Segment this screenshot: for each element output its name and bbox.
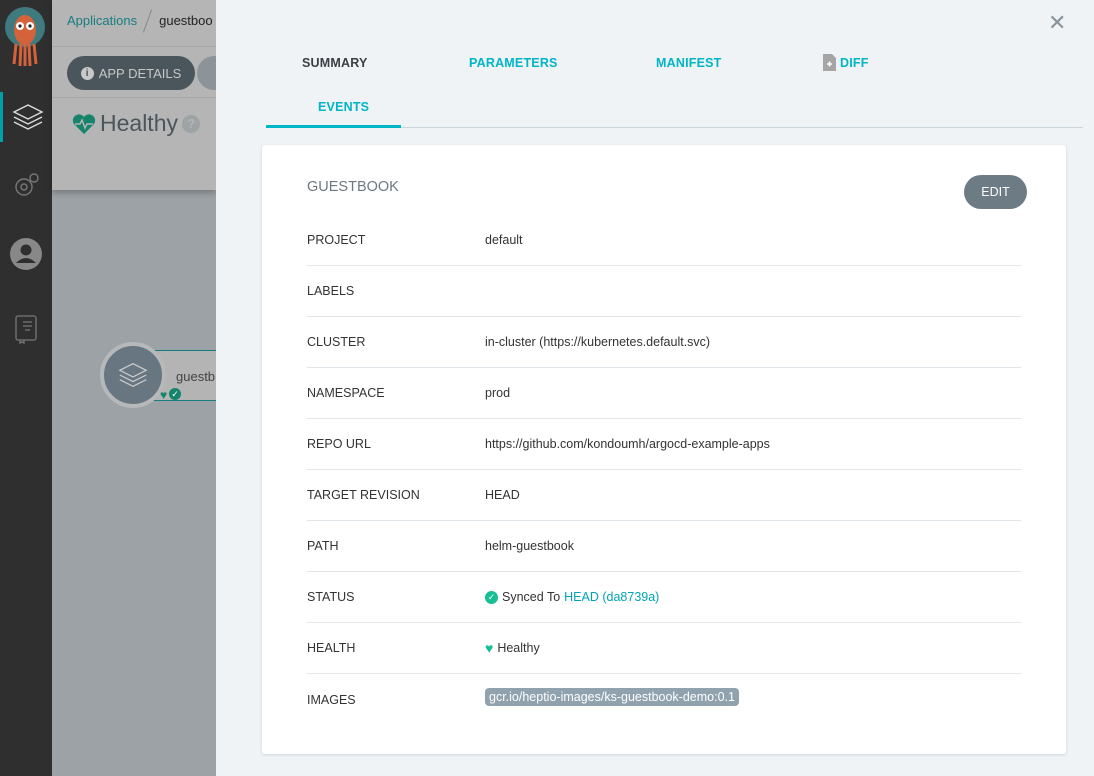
row-cluster: CLUSTER in-cluster (https://kubernetes.de… — [307, 317, 1021, 368]
tab-summary[interactable]: SUMMARY — [302, 56, 368, 70]
row-labels: LABELS — [307, 266, 1021, 317]
check-circle-icon: ✓ — [485, 590, 498, 604]
tab-parameters[interactable]: PARAMETERS — [469, 56, 558, 70]
layers-icon — [11, 104, 44, 130]
row-repo-url: REPO URL https://github.com/kondoumh/argo… — [307, 419, 1021, 470]
gear-icon — [15, 173, 39, 196]
health-status: Healthy ? — [72, 110, 200, 137]
argo-logo[interactable] — [4, 6, 46, 66]
target-revision-link[interactable]: HEAD — [485, 488, 520, 502]
row-project: PROJECT default — [307, 215, 1021, 266]
row-status: STATUS ✓ Synced To HEAD (da8739a) — [307, 572, 1021, 623]
image-chip: gcr.io/heptio-images/ks-guestbook-demo:0… — [485, 688, 739, 706]
book-icon — [15, 315, 37, 344]
check-circle-icon: ✓ — [169, 388, 182, 400]
heart-icon — [72, 113, 96, 134]
repo-url-link[interactable]: https://github.com/kondoumh/argocd-examp… — [485, 437, 770, 451]
project-link[interactable]: default — [485, 233, 523, 247]
card-title: GUESTBOOK — [307, 179, 399, 195]
row-namespace: NAMESPACE prod — [307, 368, 1021, 419]
row-target-revision: TARGET REVISION HEAD — [307, 470, 1021, 521]
help-icon[interactable]: ? — [181, 114, 200, 133]
breadcrumb-current: guestboo — [159, 13, 213, 28]
row-health: HEALTH ♥ Healthy — [307, 623, 1021, 674]
tab-manifest[interactable]: MANIFEST — [656, 56, 722, 70]
node-name: guestb — [176, 369, 216, 384]
sidebar-item-docs[interactable] — [0, 304, 52, 354]
app-background: Applications guestboo i APP DETAILS Health… — [52, 0, 227, 776]
summary-card: GUESTBOOK EDIT PROJECT default LABELS CLU… — [262, 145, 1066, 754]
close-icon[interactable]: ✕ — [1048, 10, 1066, 36]
info-icon: i — [80, 66, 94, 80]
row-images: IMAGES gcr.io/heptio-images/ks-guestbook-… — [307, 674, 1021, 725]
sidebar — [0, 0, 52, 776]
breadcrumb-applications[interactable]: Applications — [67, 13, 137, 28]
revision-link[interactable]: HEAD (da8739a) — [564, 590, 659, 604]
tab-diff[interactable]: DIFF — [823, 54, 869, 71]
sidebar-item-applications[interactable] — [0, 92, 52, 142]
layers-icon — [118, 363, 148, 387]
heart-icon: ♥ — [485, 640, 494, 656]
edit-button[interactable]: EDIT — [964, 175, 1027, 209]
breadcrumb: Applications guestboo — [67, 9, 213, 33]
heart-icon: ♥ — [160, 388, 168, 402]
app-details-panel: ✕ SUMMARY PARAMETERS MANIFEST DIFF EVENT… — [216, 0, 1094, 776]
file-diff-icon — [823, 54, 836, 71]
app-details-button[interactable]: i APP DETAILS — [67, 56, 195, 90]
tab-events[interactable]: EVENTS — [318, 100, 369, 114]
user-icon — [10, 238, 42, 270]
row-path: PATH helm-guestbook — [307, 521, 1021, 572]
sidebar-item-user[interactable] — [0, 229, 52, 279]
sidebar-item-settings[interactable] — [0, 160, 52, 210]
